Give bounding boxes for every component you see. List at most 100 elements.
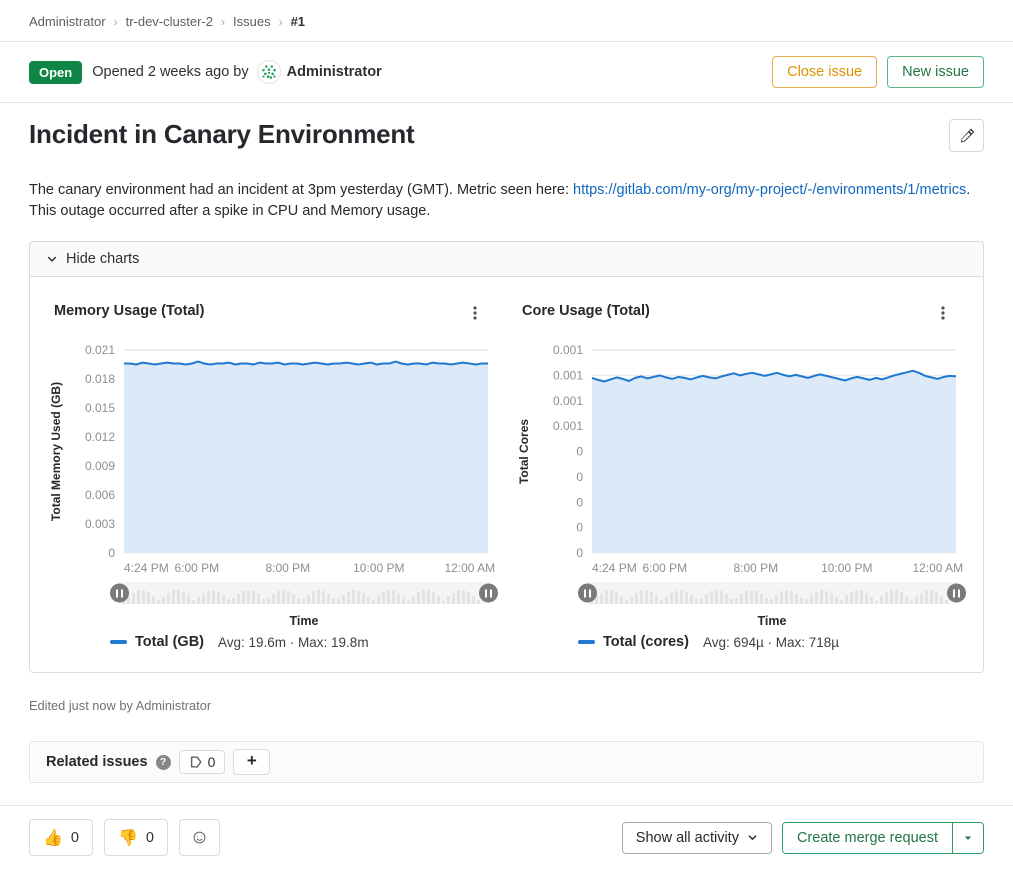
svg-text:0.021: 0.021 [85, 343, 115, 357]
activity-filter-label: Show all activity [636, 830, 739, 846]
brush-handle-left-icon[interactable] [110, 584, 129, 603]
create-merge-request-dropdown[interactable] [952, 823, 983, 853]
legend-swatch [578, 640, 595, 644]
svg-text:0.001: 0.001 [553, 343, 583, 357]
activity-filter-dropdown[interactable]: Show all activity [622, 822, 772, 854]
thumbs-up-icon: 👍 [43, 828, 63, 848]
svg-text:0: 0 [576, 495, 583, 509]
thumbs-down-count: 0 [146, 830, 154, 846]
svg-text:0.015: 0.015 [85, 401, 115, 415]
svg-text:0: 0 [576, 521, 583, 535]
svg-text:12:00 AM: 12:00 AM [444, 561, 495, 575]
metrics-link[interactable]: https://gitlab.com/my-org/my-project/-/e… [573, 182, 966, 198]
svg-text:0.001: 0.001 [553, 394, 583, 408]
legend-series-name: Total (cores) [603, 634, 689, 650]
chart-title: Memory Usage (Total) [54, 303, 204, 319]
chart-menu-kebab-icon[interactable] [466, 303, 484, 326]
svg-text:0.006: 0.006 [85, 488, 115, 502]
create-merge-request-button[interactable]: Create merge request [783, 823, 952, 853]
breadcrumb: Administrator › tr-dev-cluster-2 › Issue… [29, 0, 984, 41]
legend-series-name: Total (GB) [135, 634, 204, 650]
svg-text:0: 0 [576, 470, 583, 484]
breadcrumb-project[interactable]: tr-dev-cluster-2 [126, 14, 213, 29]
svg-text:0.001: 0.001 [553, 419, 583, 433]
issue-status-header: Open Opened 2 weeks ago by Administrator… [29, 42, 984, 102]
related-issues-count-badge: 0 [179, 750, 226, 774]
edit-title-button[interactable] [949, 119, 984, 152]
hide-charts-toggle[interactable]: Hide charts [30, 242, 983, 277]
brush-minimap [118, 582, 490, 604]
thumbs-up-button[interactable]: 👍 0 [29, 819, 93, 856]
legend-swatch [110, 640, 127, 644]
smiley-icon [193, 829, 206, 846]
status-badge: Open [29, 61, 82, 84]
svg-text:Total Cores: Total Cores [517, 419, 531, 484]
description-text: The canary environment had an incident a… [29, 182, 573, 198]
chevron-down-icon [46, 253, 58, 265]
legend-series-stats: Avg: 19.6m · Max: 19.8m [218, 635, 369, 650]
related-issues-card: Related issues ? 0 + [29, 741, 984, 783]
add-related-issue-button[interactable]: + [233, 749, 270, 775]
metrics-charts-panel: Hide charts Memory Usage (Total) 0.021 0.… [29, 241, 984, 673]
add-reaction-button[interactable] [179, 819, 220, 856]
chart-zoom-brush[interactable] [118, 582, 490, 604]
author-name[interactable]: Administrator [287, 64, 382, 80]
brush-handle-left-icon[interactable] [578, 584, 597, 603]
chart-title: Core Usage (Total) [522, 303, 650, 319]
chart-plot-area: 0.0210.0180.0150.0120.0090.0060.0030Tota… [46, 338, 498, 580]
thumbs-up-count: 0 [71, 830, 79, 846]
chart-menu-kebab-icon[interactable] [934, 303, 952, 326]
svg-text:4:24 PM: 4:24 PM [124, 561, 169, 575]
awards-row: 👍 0 👎 0 Show all activity Create merge r… [29, 806, 984, 869]
svg-text:0: 0 [576, 445, 583, 459]
related-issues-count: 0 [208, 754, 216, 770]
issue-page: Administrator › tr-dev-cluster-2 › Issue… [0, 0, 1013, 41]
breadcrumb-administrator[interactable]: Administrator [29, 14, 106, 29]
opened-text: Opened 2 weeks ago by [92, 64, 248, 80]
breadcrumb-separator-icon: › [221, 15, 225, 29]
page-title: Incident in Canary Environment [29, 119, 415, 150]
chart-core-usage: Core Usage (Total) 0.0010.0010.0010.0010… [506, 303, 974, 650]
brush-handle-right-icon[interactable] [947, 584, 966, 603]
svg-text:0: 0 [108, 546, 115, 560]
pencil-icon [959, 128, 975, 144]
edited-note: Edited just now by Administrator [29, 698, 984, 713]
x-axis-title: Time [592, 614, 952, 628]
svg-text:0.001: 0.001 [553, 368, 583, 382]
chart-plot-area: 0.001 0.001 0.001 0.001 0 0 0 0 0 Total Cores 4:24… [514, 338, 966, 580]
hide-charts-label: Hide charts [66, 251, 139, 267]
breadcrumb-issue-number: #1 [291, 14, 305, 29]
svg-text:8:00 PM: 8:00 PM [265, 561, 310, 575]
svg-text:6:00 PM: 6:00 PM [642, 561, 687, 575]
chart-memory-usage: Memory Usage (Total) 0.0210.0180.0150.01… [38, 303, 506, 650]
chart-legend[interactable]: Total (GB) Avg: 19.6m · Max: 19.8m [110, 634, 498, 650]
svg-text:8:00 PM: 8:00 PM [733, 561, 778, 575]
svg-text:10:00 PM: 10:00 PM [353, 561, 404, 575]
svg-text:10:00 PM: 10:00 PM [821, 561, 872, 575]
breadcrumb-issues[interactable]: Issues [233, 14, 271, 29]
chevron-down-icon [747, 832, 758, 843]
chart-zoom-brush[interactable] [586, 582, 958, 604]
caret-down-icon [963, 833, 973, 843]
help-icon[interactable]: ? [156, 755, 171, 770]
new-issue-button[interactable]: New issue [887, 56, 984, 88]
issue-description: The canary environment had an incident a… [29, 180, 984, 222]
close-issue-button[interactable]: Close issue [772, 56, 877, 88]
breadcrumb-separator-icon: › [114, 15, 118, 29]
svg-text:4:24 PM: 4:24 PM [592, 561, 637, 575]
svg-text:0.012: 0.012 [85, 430, 115, 444]
svg-text:Total Memory Used (GB): Total Memory Used (GB) [49, 382, 63, 521]
legend-series-stats: Avg: 694µ · Max: 718µ [703, 635, 839, 650]
svg-text:6:00 PM: 6:00 PM [174, 561, 219, 575]
thumbs-down-button[interactable]: 👎 0 [104, 819, 168, 856]
brush-handle-right-icon[interactable] [479, 584, 498, 603]
brush-minimap [586, 582, 958, 604]
breadcrumb-separator-icon: › [279, 15, 283, 29]
avatar[interactable] [257, 60, 281, 84]
svg-text:0: 0 [576, 546, 583, 560]
issue-icon [189, 755, 203, 769]
related-issues-title: Related issues [46, 754, 148, 770]
thumbs-down-icon: 👎 [118, 828, 138, 848]
chart-legend[interactable]: Total (cores) Avg: 694µ · Max: 718µ [578, 634, 966, 650]
svg-text:0.009: 0.009 [85, 459, 115, 473]
